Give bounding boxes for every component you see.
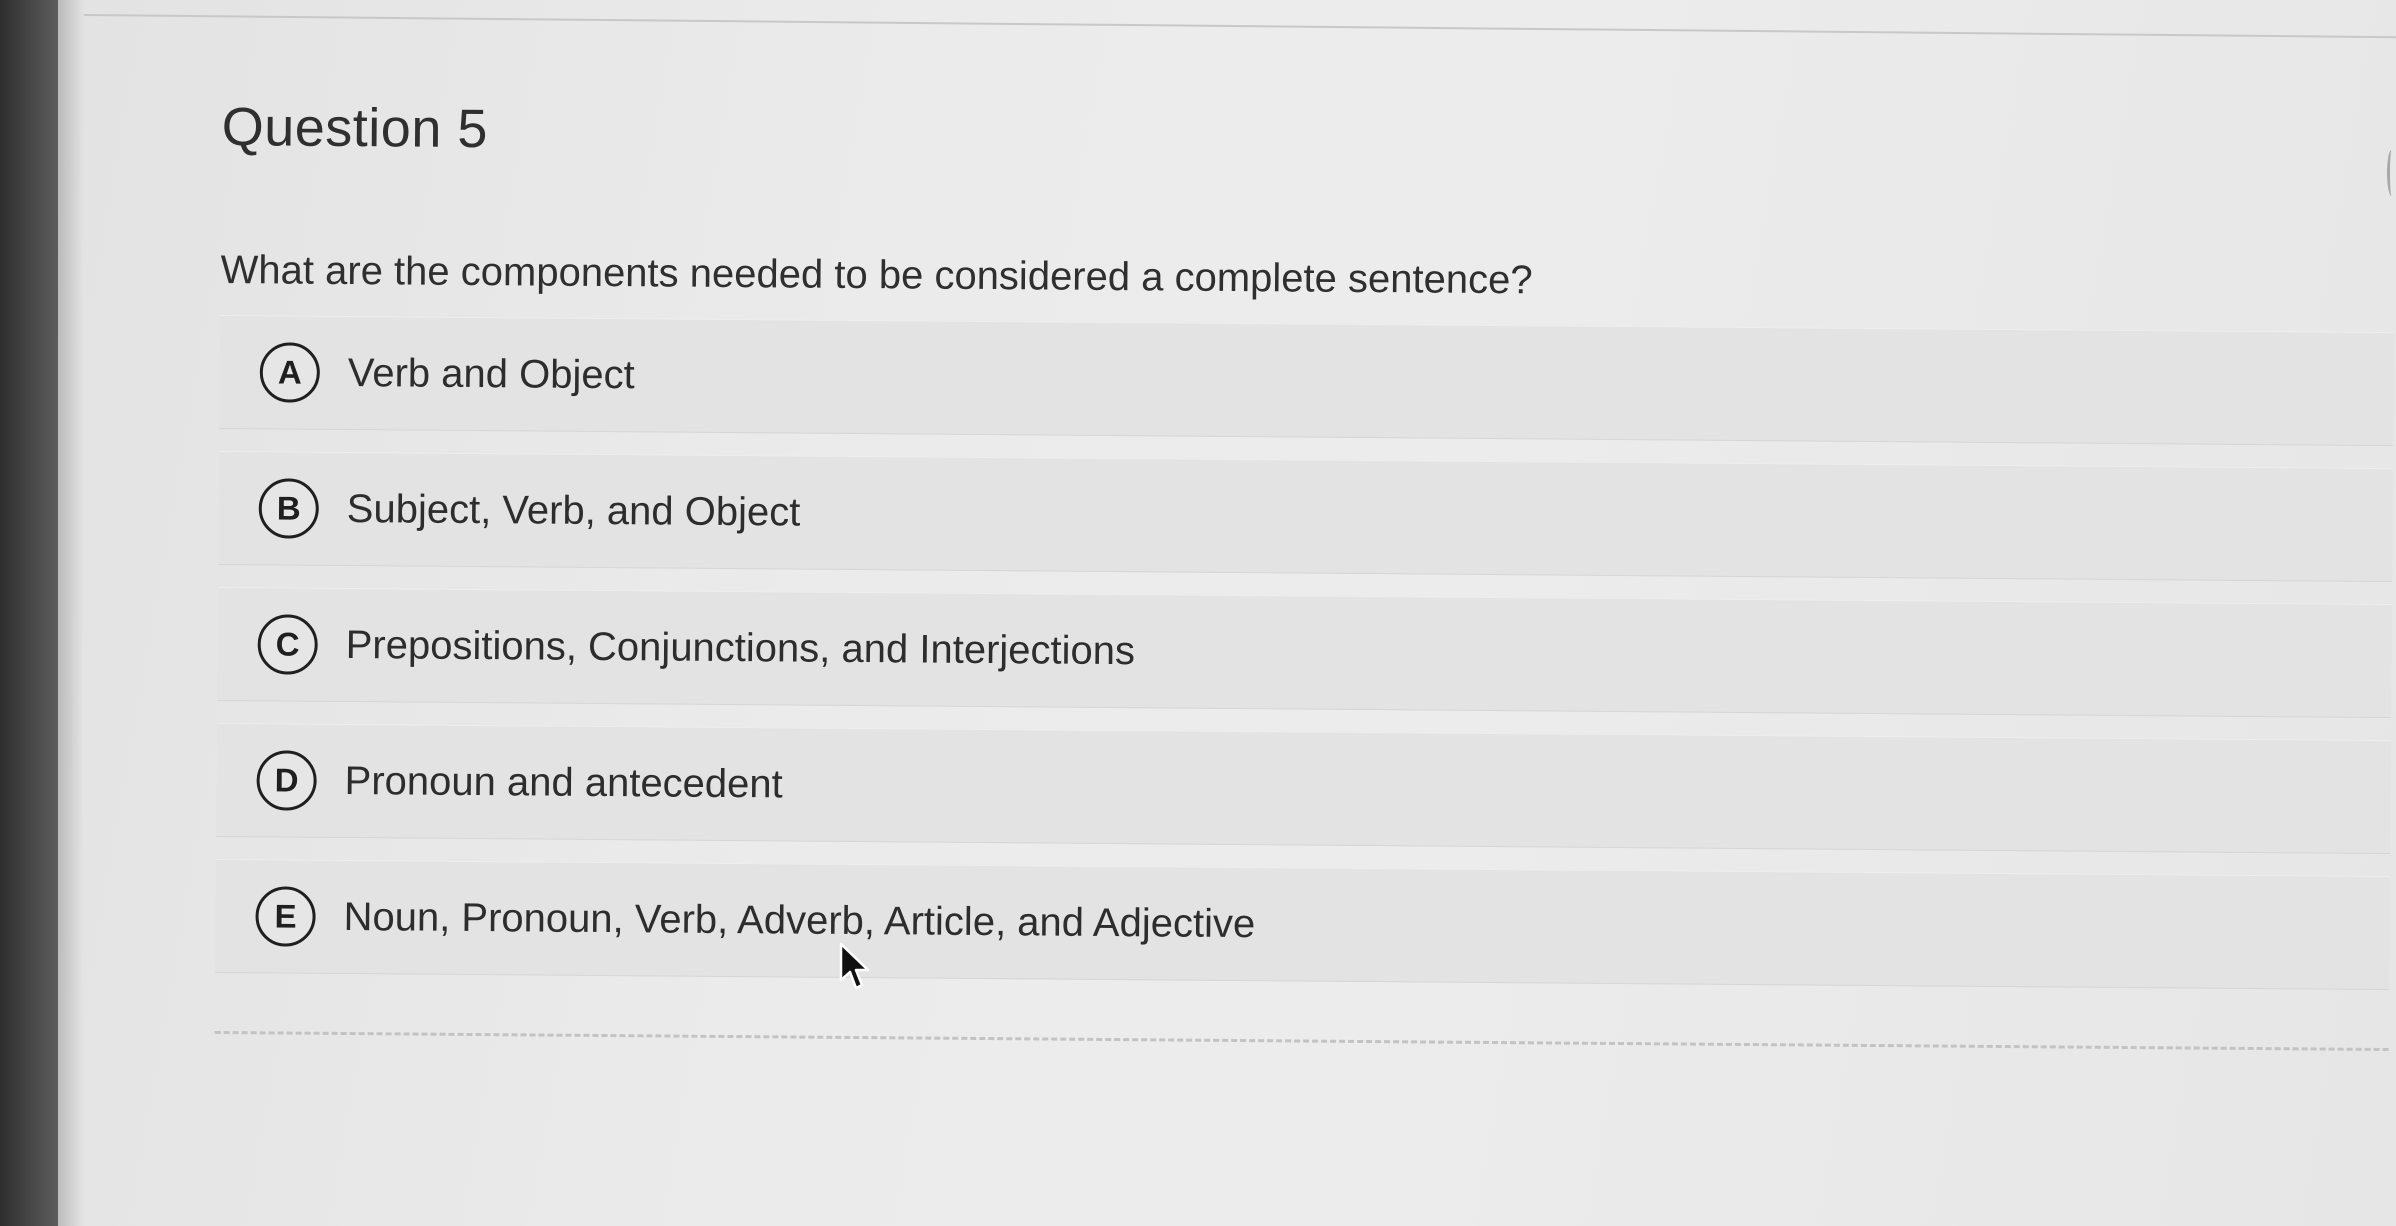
answer-option-a[interactable]: A Verb and Object [219,314,2395,447]
option-text: Subject, Verb, and Object [346,486,801,535]
answer-options: A Verb and Object B Subject, Verb, and O… [215,314,2395,991]
answer-option-b[interactable]: B Subject, Verb, and Object [218,450,2394,583]
option-letter-badge: D [256,750,317,811]
question-title: Question 5 [221,96,489,160]
option-text: Prepositions, Conjunctions, and Interjec… [345,622,1136,673]
question-text: What are the components needed to be con… [220,247,1533,303]
answer-option-c[interactable]: C Prepositions, Conjunctions, and Interj… [217,586,2393,719]
answer-option-e[interactable]: E Noun, Pronoun, Verb, Adverb, Article, … [215,858,2390,991]
edge-shadow [58,0,84,1226]
top-divider [83,14,2396,39]
option-letter-badge: A [259,342,321,403]
option-letter-badge: C [257,614,318,675]
option-letter-badge: E [255,886,316,947]
quiz-page: Question 5 What are the components neede… [0,0,2396,1226]
option-text: Verb and Object [347,350,635,397]
option-text: Pronoun and antecedent [344,758,783,806]
option-text: Noun, Pronoun, Verb, Adverb, Article, an… [343,894,1256,946]
question-panel: Question 5 What are the components neede… [214,96,2396,1052]
screen-bezel [0,0,58,1226]
arrow-cursor-icon [839,942,870,990]
dashed-divider [214,1030,2389,1052]
option-letter-badge: B [258,478,319,539]
answer-option-d[interactable]: D Pronoun and antecedent [216,722,2392,855]
